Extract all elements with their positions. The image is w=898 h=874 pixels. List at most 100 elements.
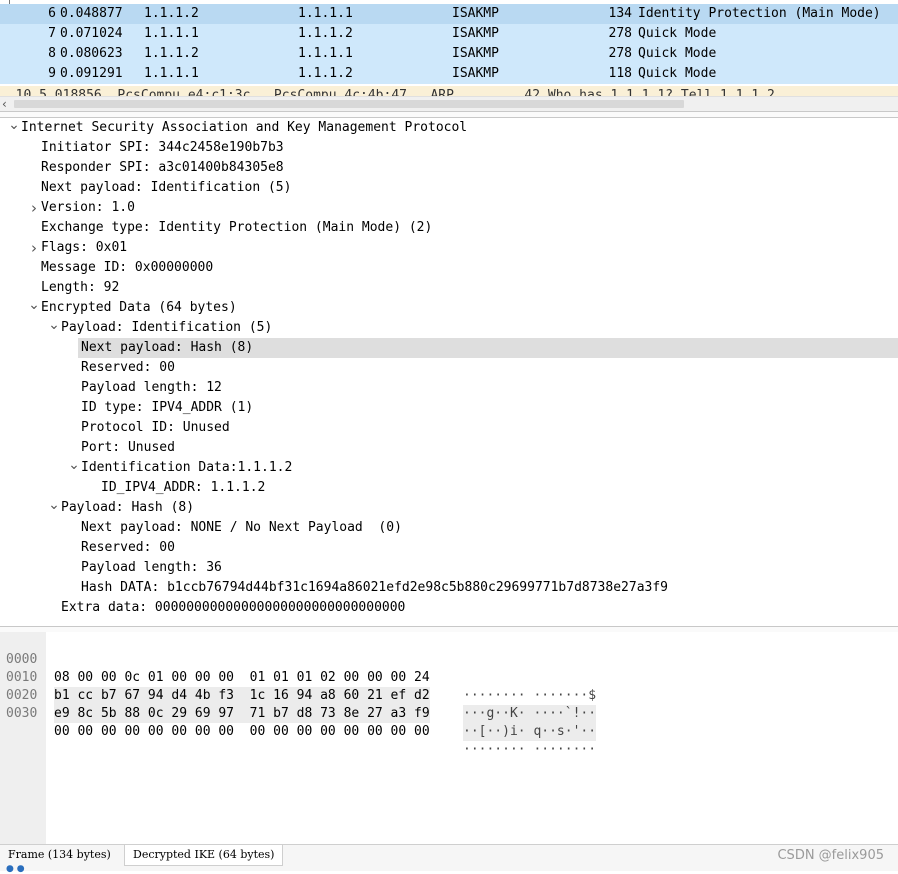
packet-length: 278 <box>608 46 632 61</box>
hex-row: 0030 00 00 00 00 00 00 00 00 00 00 00 00… <box>0 687 596 757</box>
hex-bytes[interactable]: 08 00 00 0c 01 00 00 00 01 01 01 02 00 0… <box>54 669 430 687</box>
packet-bytes-pane: 0000 08 00 00 0c 01 00 00 00 01 01 01 02… <box>0 632 898 844</box>
packet-length: 134 <box>608 6 632 21</box>
packet-source: 1.1.1.1 <box>144 66 199 81</box>
tree-item-label: Identification Data:1.1.1.2 <box>81 460 293 475</box>
packet-protocol: ISAKMP <box>452 26 499 41</box>
packet-protocol: ISAKMP <box>452 6 499 21</box>
tree-item-label: Flags: 0x01 <box>41 240 128 255</box>
pane-splitter[interactable] <box>0 111 898 118</box>
tree-item[interactable]: Protocol ID: Unused <box>0 418 898 438</box>
tree-item[interactable]: ⌄ Payload: Hash (8) <box>0 498 898 518</box>
packet-destination: 1.1.1.1 <box>298 46 353 61</box>
packet-info: Quick Mode <box>638 66 717 81</box>
tree-item[interactable]: › Version: 1.0 <box>0 198 898 218</box>
tree-item[interactable]: Message ID: 0x00000000 <box>0 258 898 278</box>
arrow-left-icon[interactable]: ‹ <box>2 97 7 111</box>
hex-ascii[interactable]: ··[··)i· q··s·'·· <box>463 723 597 741</box>
tree-item-label: Payload: Hash (8) <box>61 500 195 515</box>
hex-row: 0010 b1 cc b7 67 94 d4 4b f3 1c 16 94 a8… <box>0 651 597 723</box>
tree-item[interactable]: Extra data: 0000000000000000000000000000… <box>0 598 898 618</box>
packet-time: 0.091291 <box>60 66 123 81</box>
horizontal-scrollbar[interactable]: ‹ <box>0 96 898 111</box>
tree-item-label: Port: Unused <box>81 440 175 455</box>
tree-item[interactable]: ID_IPV4_ADDR: 1.1.1.2 <box>0 478 898 498</box>
packet-time: 0.071024 <box>60 26 123 41</box>
tree-item[interactable]: Payload length: 36 <box>0 558 898 578</box>
tree-item[interactable]: ⌄ Encrypted Data (64 bytes) <box>0 298 898 318</box>
tree-item[interactable]: Responder SPI: a3c01400b84305e8 <box>0 158 898 178</box>
tree-item-label: Encrypted Data (64 bytes) <box>41 300 237 315</box>
tree-item-label: Reserved: 00 <box>81 540 175 555</box>
packet-info: Identity Protection (Main Mode) <box>638 6 881 21</box>
packet-row[interactable]: 8 0.080623 1.1.1.2 1.1.1.1 ISAKMP 278 Qu… <box>0 44 898 64</box>
tree-item-label: Payload length: 36 <box>81 560 222 575</box>
tree-item[interactable]: Next payload: Identification (5) <box>0 178 898 198</box>
tree-item-label: ID type: IPV4_ADDR (1) <box>81 400 254 415</box>
scrollbar-thumb[interactable] <box>14 100 684 108</box>
watermark: CSDN @felix905 <box>777 848 884 863</box>
tree-item-label: Reserved: 00 <box>81 360 175 375</box>
tree-item[interactable]: ⌄ Payload: Identification (5) <box>0 318 898 338</box>
chevron-down-icon[interactable]: ⌄ <box>67 458 81 472</box>
tree-item[interactable]: ID type: IPV4_ADDR (1) <box>0 398 898 418</box>
tree-item[interactable]: Exchange type: Identity Protection (Main… <box>0 218 898 238</box>
tab-decrypted-ike[interactable]: Decrypted IKE (64 bytes) <box>124 845 284 866</box>
tree-item-label: Exchange type: Identity Protection (Main… <box>41 220 433 235</box>
packet-list: 6 0.048877 1.1.1.2 1.1.1.1 ISAKMP 134 Id… <box>0 0 898 96</box>
hex-offset: 0030 <box>6 706 38 721</box>
packet-no: 7 <box>48 26 56 41</box>
chevron-right-icon[interactable]: › <box>27 238 41 258</box>
packet-length: 278 <box>608 26 632 41</box>
tree-item[interactable]: Initiator SPI: 344c2458e190b7b3 <box>0 138 898 158</box>
tree-item-label: Protocol ID: Unused <box>81 420 230 435</box>
hex-ascii[interactable]: ········ ········ <box>463 741 596 759</box>
chevron-down-icon[interactable]: ⌄ <box>47 498 61 512</box>
tree-item-label: Initiator SPI: 344c2458e190b7b3 <box>41 140 284 155</box>
tree-item-label: ID_IPV4_ADDR: 1.1.1.2 <box>101 480 266 495</box>
chevron-down-icon[interactable]: ⌄ <box>47 318 61 332</box>
hex-bytes[interactable]: e9 8c 5b 88 0c 29 69 97 71 b7 d8 73 8e 2… <box>54 705 430 723</box>
packet-row[interactable]: 7 0.071024 1.1.1.1 1.1.1.2 ISAKMP 278 Qu… <box>0 24 898 44</box>
tree-item[interactable]: Next payload: Hash (8) <box>78 338 898 358</box>
tree-item[interactable]: Next payload: NONE / No Next Payload (0) <box>0 518 898 538</box>
packet-no: 6 <box>48 6 56 21</box>
hex-ascii[interactable]: ···g··K· ····`!·· <box>463 705 597 723</box>
tree-item-label: Responder SPI: a3c01400b84305e8 <box>41 160 284 175</box>
chevron-down-icon[interactable]: ⌄ <box>7 118 21 132</box>
packet-time: 0.048877 <box>60 6 123 21</box>
tree-item[interactable]: Reserved: 00 <box>0 358 898 378</box>
hex-ascii[interactable]: ········ ·······$ <box>463 687 596 705</box>
tree-item[interactable]: Port: Unused <box>0 438 898 458</box>
packet-row[interactable]: 9 0.091291 1.1.1.1 1.1.1.2 ISAKMP 118 Qu… <box>0 64 898 84</box>
tree-item-label: Extra data: 0000000000000000000000000000… <box>61 600 406 615</box>
hex-row: 0000 08 00 00 0c 01 00 00 00 01 01 01 02… <box>0 633 596 703</box>
tree-item-label: Next payload: NONE / No Next Payload (0) <box>81 520 402 535</box>
tree-item-label: Next payload: Hash (8) <box>81 340 254 355</box>
packet-protocol: ISAKMP <box>452 66 499 81</box>
hex-bytes[interactable]: 00 00 00 00 00 00 00 00 00 00 00 00 00 0… <box>54 723 430 741</box>
packet-row-partial[interactable]: 10 5.018856 PcsCompu_e4:c1:3c PcsCompu_4… <box>0 86 898 96</box>
tree-item-label: Hash DATA: b1ccb76794d44bf31c1694a86021e… <box>81 580 668 595</box>
tree-item[interactable]: Reserved: 00 <box>0 538 898 558</box>
packet-destination: 1.1.1.2 <box>298 26 353 41</box>
packet-time: 0.080623 <box>60 46 123 61</box>
tree-item-label: Internet Security Association and Key Ma… <box>21 120 468 135</box>
tree-item[interactable]: ⌄ Identification Data:1.1.1.2 <box>0 458 898 478</box>
tree-item[interactable]: Payload length: 12 <box>0 378 898 398</box>
packet-length: 118 <box>608 66 632 81</box>
packet-source: 1.1.1.2 <box>144 46 199 61</box>
packet-protocol: ISAKMP <box>452 46 499 61</box>
chevron-right-icon[interactable]: › <box>27 198 41 218</box>
tree-item[interactable]: Length: 92 <box>0 278 898 298</box>
packet-no: 8 <box>48 46 56 61</box>
status-indicator-icon: ● ● <box>6 864 25 874</box>
tree-item[interactable]: › Flags: 0x01 <box>0 238 898 258</box>
tree-item[interactable]: Hash DATA: b1ccb76794d44bf31c1694a86021e… <box>0 578 898 598</box>
tree-item[interactable]: ⌄ Internet Security Association and Key M… <box>0 118 898 138</box>
tab-frame[interactable]: Frame (134 bytes) <box>0 845 119 865</box>
hex-bytes[interactable]: b1 cc b7 67 94 d4 4b f3 1c 16 94 a8 60 2… <box>54 687 430 705</box>
chevron-down-icon[interactable]: ⌄ <box>27 298 41 312</box>
packet-row[interactable]: 6 0.048877 1.1.1.2 1.1.1.1 ISAKMP 134 Id… <box>0 4 898 24</box>
packet-info: Quick Mode <box>638 46 717 61</box>
